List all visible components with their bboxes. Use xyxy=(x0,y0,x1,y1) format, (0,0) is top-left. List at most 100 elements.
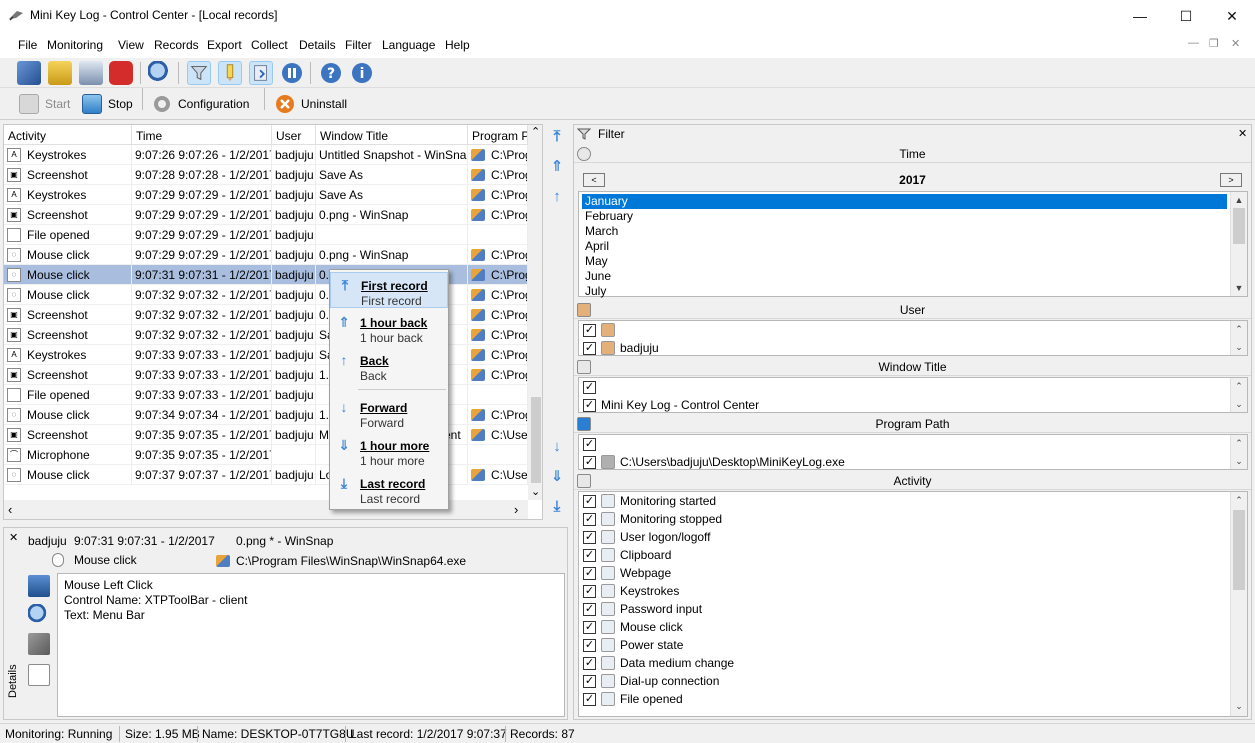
table-row[interactable]: ◌ Mouse click 9:07:37 9:07:37 - 1/2/2017 ba… xyxy=(4,465,528,485)
month-item[interactable]: February xyxy=(582,209,1227,224)
table-row[interactable]: ◌ Mouse click 9:07:32 9:07:32 - 1/2/2017 ba… xyxy=(4,285,528,305)
copy-icon[interactable] xyxy=(28,633,50,655)
checkbox[interactable]: ✓ xyxy=(583,692,596,706)
menu-details[interactable]: Details xyxy=(299,38,336,52)
details-close-button[interactable]: ✕ xyxy=(9,531,18,544)
scroll-thumb[interactable] xyxy=(531,397,541,483)
activity-filter-item[interactable]: ✓ Clipboard xyxy=(583,546,671,564)
scroll-down-button[interactable]: ⌄ xyxy=(531,485,540,498)
menu-filter[interactable]: Filter xyxy=(345,38,372,52)
checkbox[interactable]: ✓ xyxy=(583,656,596,670)
table-row[interactable]: ⌒ Microphone 9:07:35 9:07:35 - 1/2/2017 xyxy=(4,445,528,465)
checkbox[interactable]: ✓ xyxy=(583,323,596,337)
checkbox[interactable]: ✓ xyxy=(583,380,596,394)
menu-language[interactable]: Language xyxy=(382,38,435,52)
scroll-up-button[interactable]: ⌃ xyxy=(531,125,540,138)
menu-collect[interactable]: Collect xyxy=(251,38,288,52)
help-icon[interactable]: ? xyxy=(319,61,343,85)
forward-icon[interactable]: ↓ xyxy=(549,438,565,456)
maximize-button[interactable]: ☐ xyxy=(1163,0,1209,32)
schedule-icon[interactable] xyxy=(79,61,103,85)
checkbox[interactable]: ✓ xyxy=(583,566,596,580)
menu-help[interactable]: Help xyxy=(445,38,470,52)
last-record-icon[interactable]: ⤓ xyxy=(549,498,565,516)
first-record-icon[interactable]: ⤒ xyxy=(549,128,565,146)
mdi-minimize-button[interactable]: — xyxy=(1188,37,1199,49)
power-icon[interactable] xyxy=(109,61,133,85)
start-button[interactable]: Start xyxy=(19,93,70,115)
minimize-button[interactable]: — xyxy=(1117,0,1163,32)
program-filter-item[interactable]: ✓ C:\Users\badjuju\Desktop\MiniKeyLog.exe xyxy=(583,453,845,471)
records-icon[interactable] xyxy=(17,61,41,85)
checkbox[interactable]: ✓ xyxy=(583,494,596,508)
menu-export[interactable]: Export xyxy=(207,38,242,52)
menu-item-hour-more[interactable]: ⇓ 1 hour more 1 hour more xyxy=(330,433,448,469)
table-row[interactable]: File opened 9:07:33 9:07:33 - 1/2/2017 bad… xyxy=(4,385,528,405)
checkbox[interactable]: ✓ xyxy=(583,398,596,412)
table-row[interactable]: A Keystrokes 9:07:26 9:07:26 - 1/2/2017 bad… xyxy=(4,145,528,165)
year-next-button[interactable]: > xyxy=(1220,173,1242,187)
table-row[interactable]: File opened 9:07:29 9:07:29 - 1/2/2017 bad… xyxy=(4,225,528,245)
activity-filter-item[interactable]: ✓ Monitoring stopped xyxy=(583,510,722,528)
program-filter-item[interactable]: ✓ xyxy=(583,435,601,453)
table-row[interactable]: A Keystrokes 9:07:29 9:07:29 - 1/2/2017 bad… xyxy=(4,185,528,205)
table-row[interactable]: ▣ Screenshot 9:07:32 9:07:32 - 1/2/2017 bad… xyxy=(4,305,528,325)
checkbox[interactable]: ✓ xyxy=(583,602,596,616)
activity-filter-item[interactable]: ✓ Mouse click xyxy=(583,618,683,636)
activity-filter-item[interactable]: ✓ Monitoring started xyxy=(583,492,716,510)
table-row[interactable]: ◌ Mouse click 9:07:34 9:07:34 - 1/2/2017 ba… xyxy=(4,405,528,425)
table-row[interactable]: ▣ Screenshot 9:07:33 9:07:33 - 1/2/2017 bad… xyxy=(4,365,528,385)
back-icon[interactable]: ↑ xyxy=(549,188,565,206)
month-list-scrollbar[interactable]: ▲ ▼ xyxy=(1230,192,1247,296)
menu-item-back[interactable]: ↑ Back Back xyxy=(330,348,448,384)
scroll-right-button[interactable]: › xyxy=(514,502,518,517)
hour-more-icon[interactable]: ⇓ xyxy=(549,468,565,486)
table-row[interactable]: ▣ Screenshot 9:07:29 9:07:29 - 1/2/2017 bad… xyxy=(4,205,528,225)
month-item[interactable]: April xyxy=(582,239,1227,254)
close-button[interactable]: ✕ xyxy=(1209,0,1255,32)
window-filter-item[interactable]: ✓ xyxy=(583,378,601,396)
menu-item-first-record[interactable]: ⤒ First record First record xyxy=(330,272,448,308)
navigate-icon[interactable] xyxy=(249,61,273,85)
search-icon[interactable] xyxy=(148,61,172,85)
activity-filter-item[interactable]: ✓ Webpage xyxy=(583,564,671,582)
mdi-restore-button[interactable]: ❐ xyxy=(1209,37,1219,50)
activity-filter-item[interactable]: ✓ File opened xyxy=(583,690,683,708)
month-item[interactable]: June xyxy=(582,269,1227,284)
checkbox[interactable]: ✓ xyxy=(583,455,596,469)
details-text-box[interactable]: Mouse Left Click Control Name: XTPToolBa… xyxy=(57,573,565,717)
menu-item-hour-back[interactable]: ⇑ 1 hour back 1 hour back xyxy=(330,310,448,346)
checkbox[interactable]: ✓ xyxy=(583,341,596,355)
checkbox[interactable]: ✓ xyxy=(583,620,596,634)
checkbox[interactable]: ✓ xyxy=(583,584,596,598)
activity-filter-item[interactable]: ✓ Password input xyxy=(583,600,702,618)
user-filter-item[interactable]: ✓ badjuju xyxy=(583,339,659,357)
horizontal-scrollbar[interactable]: ‹ › xyxy=(4,500,528,519)
checkbox[interactable]: ✓ xyxy=(583,638,596,652)
scroll-left-button[interactable]: ‹ xyxy=(8,502,12,517)
activity-filter-item[interactable]: ✓ Power state xyxy=(583,636,683,654)
column-header-program-path[interactable]: Program P xyxy=(468,125,528,145)
table-row[interactable]: ▣ Screenshot 9:07:35 9:07:35 - 1/2/2017 bad… xyxy=(4,425,528,445)
menu-view[interactable]: View xyxy=(118,38,144,52)
user-filter-item[interactable]: ✓ xyxy=(583,321,620,339)
menu-monitoring[interactable]: Monitoring xyxy=(47,38,103,52)
checkbox[interactable]: ✓ xyxy=(583,512,596,526)
activity-filter-item[interactable]: ✓ Keystrokes xyxy=(583,582,679,600)
table-row[interactable]: ◌ Mouse click 9:07:29 9:07:29 - 1/2/2017 ba… xyxy=(4,245,528,265)
window-filter-item[interactable]: ✓ Mini Key Log - Control Center xyxy=(583,396,759,414)
checkbox[interactable]: ✓ xyxy=(583,548,596,562)
stop-button[interactable]: Stop xyxy=(82,93,133,115)
menu-item-last-record[interactable]: ⤓ Last record Last record xyxy=(330,471,448,507)
activity-filter-item[interactable]: ✓ Data medium change xyxy=(583,654,734,672)
table-row[interactable]: ◌ Mouse click 9:07:31 9:07:31 - 1/2/2017 ba… xyxy=(4,265,528,285)
menu-item-forward[interactable]: ↓ Forward Forward xyxy=(330,395,448,431)
filter-icon[interactable] xyxy=(187,61,211,85)
column-header-user[interactable]: User xyxy=(272,125,316,145)
zoom-icon[interactable] xyxy=(28,604,50,626)
vertical-scrollbar[interactable]: ⌃ ⌄ xyxy=(528,125,542,500)
highlight-icon[interactable] xyxy=(218,61,242,85)
table-row[interactable]: ▣ Screenshot 9:07:28 9:07:28 - 1/2/2017 bad… xyxy=(4,165,528,185)
month-item[interactable]: March xyxy=(582,224,1227,239)
uninstall-button[interactable]: Uninstall xyxy=(275,93,347,115)
